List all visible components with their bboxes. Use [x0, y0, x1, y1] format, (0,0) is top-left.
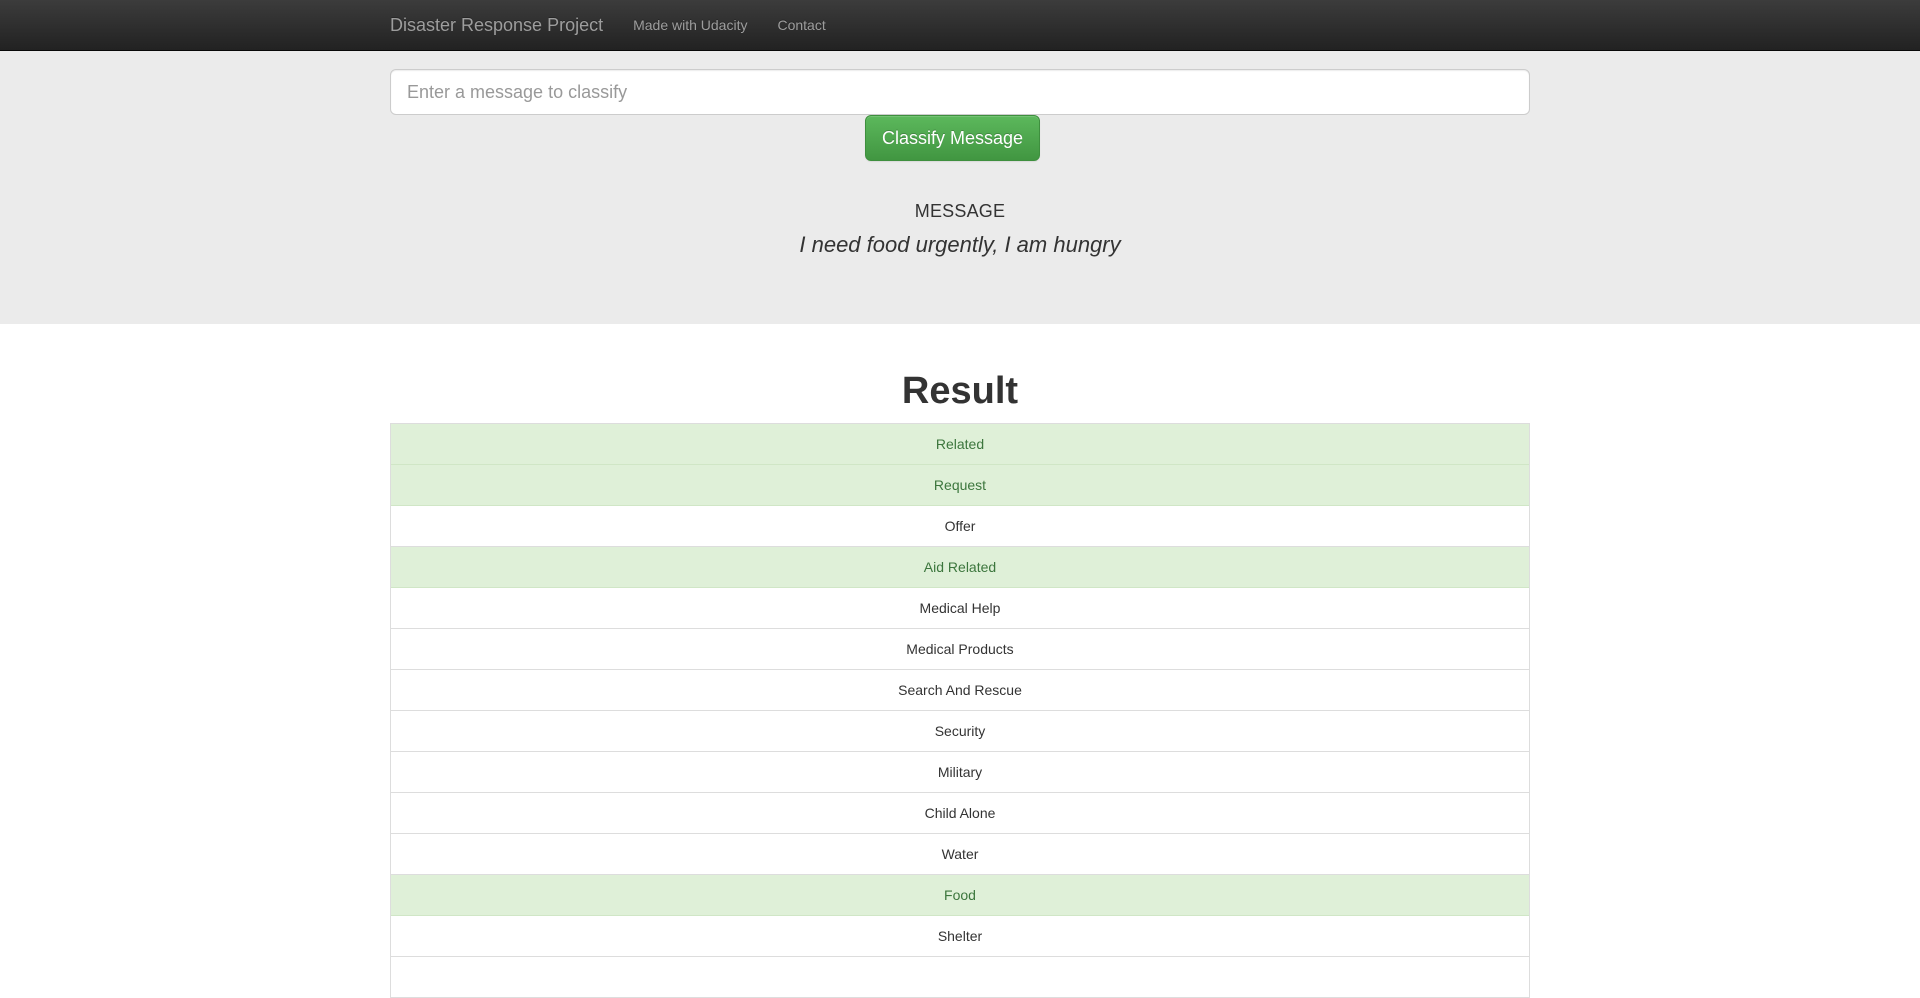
nav-link-made-with-udacity[interactable]: Made with Udacity	[633, 17, 747, 33]
result-category-list: Related Request Offer Aid Related Medical He…	[390, 423, 1530, 998]
classify-message-button[interactable]: Classify Message	[865, 115, 1040, 161]
result-category-item	[391, 957, 1529, 998]
result-category-item: Medical Products	[391, 629, 1529, 670]
navbar-brand[interactable]: Disaster Response Project	[390, 15, 603, 36]
result-category-item: Medical Help	[391, 588, 1529, 629]
result-category-item: Related	[391, 424, 1529, 465]
message-input[interactable]	[390, 69, 1530, 115]
result-category-item: Security	[391, 711, 1529, 752]
navbar: Disaster Response Project Made with Udac…	[0, 0, 1920, 51]
classified-message-text: I need food urgently, I am hungry	[799, 232, 1121, 257]
nav-link-contact[interactable]: Contact	[777, 17, 825, 33]
navbar-content: Disaster Response Project Made with Udac…	[390, 0, 856, 50]
result-category-item: Search And Rescue	[391, 670, 1529, 711]
result-category-item: Water	[391, 834, 1529, 875]
result-title: Result	[901, 370, 1019, 412]
classify-panel: Classify Message MESSAGE I need food urg…	[0, 51, 1920, 324]
result-category-item: Food	[391, 875, 1529, 916]
result-category-item: Shelter	[391, 916, 1529, 957]
result-category-item: Military	[391, 752, 1529, 793]
message-heading: MESSAGE	[914, 201, 1006, 221]
result-category-item: Child Alone	[391, 793, 1529, 834]
result-category-item: Request	[391, 465, 1529, 506]
result-category-item: Aid Related	[391, 547, 1529, 588]
result-category-item: Offer	[391, 506, 1529, 547]
